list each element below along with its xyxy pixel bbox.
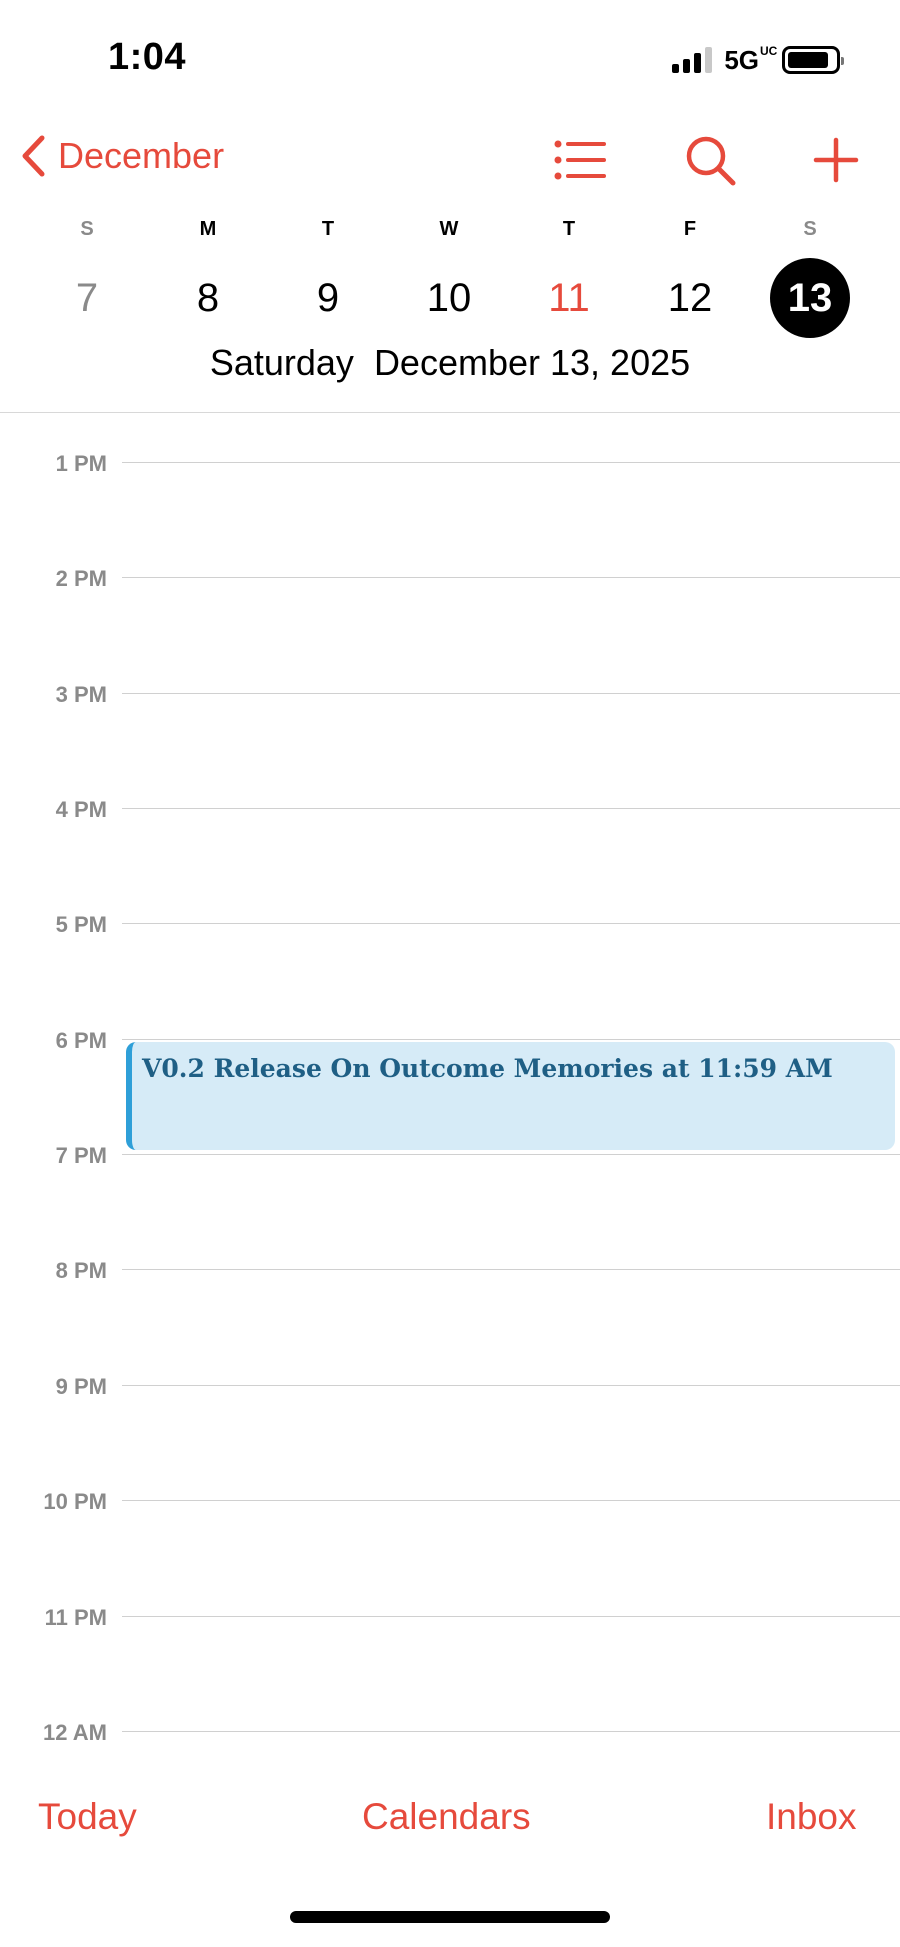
weekday-letter: S	[80, 218, 94, 240]
back-to-month-button[interactable]: December	[20, 134, 224, 178]
hour-row: 7 PM	[0, 1143, 900, 1178]
network-label: 5G	[724, 44, 759, 75]
status-indicators: 5G UC	[672, 42, 844, 78]
calendar-event[interactable]: V0.2 Release On Outcome Memories at 11:5…	[126, 1042, 895, 1150]
date-cell-selected[interactable]: 13	[770, 258, 850, 338]
hour-line	[122, 577, 900, 578]
hour-line	[122, 1731, 900, 1732]
hour-line	[122, 1269, 900, 1270]
weekday-letter: T	[562, 218, 576, 240]
today-button[interactable]: Today	[38, 1796, 137, 1838]
hour-line	[122, 1039, 900, 1040]
hour-line	[122, 462, 900, 463]
network-type: 5G UC	[724, 43, 778, 76]
calendars-button[interactable]: Calendars	[362, 1796, 531, 1838]
header-divider	[0, 412, 900, 413]
date-cell-7[interactable]: 7	[47, 258, 127, 338]
hour-row: 11 PM	[0, 1605, 900, 1640]
hour-label: 6 PM	[55, 1028, 107, 1053]
hour-row: 8 PM	[0, 1258, 900, 1293]
hour-label: 2 PM	[55, 566, 107, 591]
search-button[interactable]	[682, 132, 738, 188]
event-title: V0.2 Release On Outcome Memories at 11:5…	[142, 1054, 833, 1083]
hour-row: 2 PM	[0, 566, 900, 601]
hour-label: 9 PM	[55, 1374, 107, 1399]
hour-label: 3 PM	[55, 682, 107, 707]
hour-label: 1 PM	[55, 451, 107, 476]
hour-row: 4 PM	[0, 797, 900, 832]
date-cell-9[interactable]: 9	[288, 258, 368, 338]
home-indicator[interactable]	[290, 1911, 610, 1923]
date-cell-10[interactable]: 10	[409, 258, 489, 338]
selected-date-title: Saturday December 13, 2025	[0, 342, 900, 384]
back-label: December	[58, 135, 225, 176]
hour-row: 10 PM	[0, 1489, 900, 1524]
hour-label: 8 PM	[55, 1258, 107, 1283]
inbox-button[interactable]: Inbox	[766, 1796, 857, 1838]
selected-full-date: December 13, 2025	[373, 342, 691, 383]
chevron-left-icon	[22, 135, 45, 177]
hour-label: 7 PM	[55, 1143, 107, 1168]
list-view-button[interactable]	[552, 132, 608, 188]
hour-label: 12 AM	[43, 1720, 107, 1745]
weekday-letter: S	[803, 218, 817, 240]
hour-line	[122, 693, 900, 694]
weekday-letter: F	[683, 218, 697, 240]
hour-line	[122, 1154, 900, 1155]
hour-row: 1 PM	[0, 451, 900, 486]
weekday-letter: W	[439, 218, 459, 240]
hour-label: 4 PM	[55, 797, 107, 822]
hour-line	[122, 923, 900, 924]
date-cell-8[interactable]: 8	[168, 258, 248, 338]
weekday-letter: T	[321, 218, 335, 240]
cellular-signal-icon	[672, 47, 713, 73]
weekday-header: S M T W T F S	[0, 218, 900, 242]
hour-row: 3 PM	[0, 682, 900, 717]
list-icon	[554, 140, 606, 180]
weekday-letter: M	[199, 218, 217, 240]
hour-label: 10 PM	[43, 1489, 107, 1514]
hour-line	[122, 1616, 900, 1617]
hour-line	[122, 1500, 900, 1501]
add-event-button[interactable]	[808, 132, 864, 188]
hour-line	[122, 1385, 900, 1386]
hour-label: 5 PM	[55, 912, 107, 937]
hour-row: 5 PM	[0, 912, 900, 947]
battery-icon	[782, 46, 844, 74]
week-dates: 7 8 9 10 11 12 13	[0, 258, 900, 340]
date-cell-12[interactable]: 12	[650, 258, 730, 338]
date-cell-today[interactable]: 11	[529, 258, 609, 338]
hour-label: 11 PM	[44, 1605, 107, 1630]
plus-icon	[813, 137, 859, 183]
status-time: 1:04	[108, 36, 187, 78]
network-superscript: UC	[760, 43, 778, 58]
search-icon	[686, 136, 736, 186]
hour-line	[122, 808, 900, 809]
hour-row: 12 AM	[0, 1720, 900, 1755]
hour-row: 9 PM	[0, 1374, 900, 1409]
selected-weekday: Saturday	[209, 342, 354, 383]
